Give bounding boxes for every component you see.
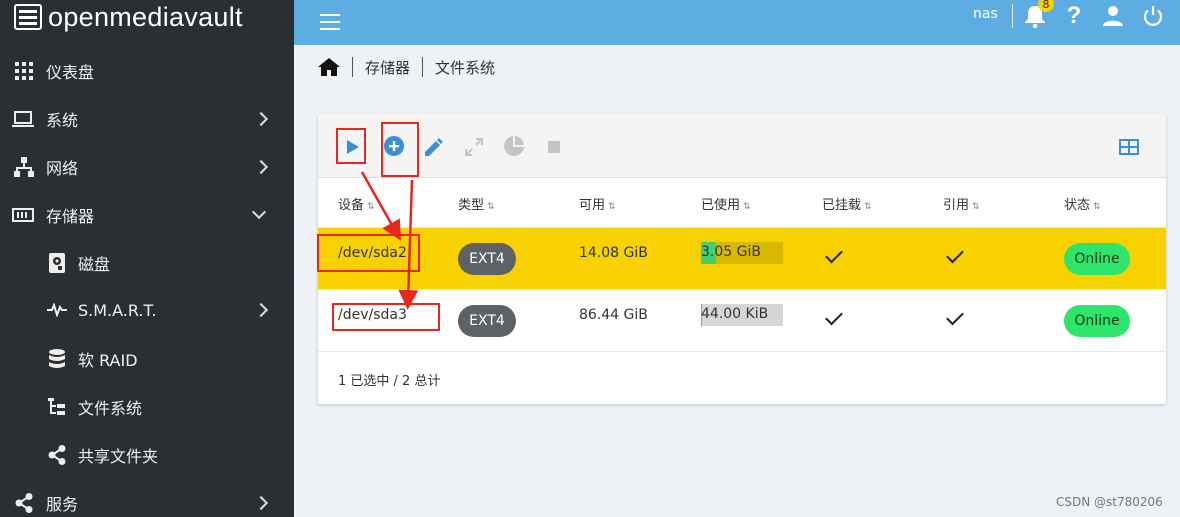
tree-icon	[46, 396, 68, 418]
breadcrumb-filesystems: 文件系统	[435, 58, 496, 77]
type-chip: EXT4	[458, 243, 516, 275]
disk-icon	[46, 252, 68, 274]
table-header: 设备 ⇅ 类型 ⇅ 可用 ⇅ 已使用 ⇅ 已挂载 ⇅ 引用 ⇅ 状态 ⇅	[318, 178, 1166, 228]
column-header-referenced[interactable]: 引用 ⇅	[943, 194, 980, 213]
available-cell: 86.44 GiB	[579, 307, 648, 323]
column-header-device[interactable]: 设备 ⇅	[338, 194, 375, 213]
server-icon	[14, 4, 42, 30]
sidebar-item-label: S.M.A.R.T.	[78, 300, 157, 320]
sidebar-item-filesystems[interactable]: 文件系统	[0, 385, 294, 429]
column-header-available[interactable]: 可用 ⇅	[579, 194, 616, 213]
sidebar-item-network[interactable]: 网络	[0, 145, 294, 189]
laptop-icon	[12, 108, 34, 130]
sidebar-item-label: 存储器	[46, 207, 95, 226]
sidebar-item-system[interactable]: 系统	[0, 97, 294, 141]
referenced-check-icon	[946, 307, 964, 326]
storage-icon	[12, 204, 34, 226]
watermark: CSDN @st780206	[1056, 495, 1163, 509]
annotation-box	[336, 128, 366, 164]
pulse-icon	[46, 299, 68, 321]
breadcrumb-separator	[352, 57, 353, 77]
sidebar-item-label: 共享文件夹	[78, 447, 159, 466]
annotation-box	[317, 234, 420, 272]
notification-badge: 8	[1038, 0, 1054, 12]
table-row[interactable]: /dev/sda3 EXT4 86.44 GiB 44.00 KiB Onlin…	[318, 290, 1166, 352]
filesystems-card: 设备 ⇅ 类型 ⇅ 可用 ⇅ 已使用 ⇅ 已挂载 ⇅ 引用 ⇅ 状态 ⇅ /dev/sda2 …	[318, 114, 1166, 404]
breadcrumb: 存储器 文件系统	[318, 54, 495, 80]
chevron-right-icon	[253, 495, 269, 511]
annotation-box	[332, 303, 440, 331]
sidebar: openmediavault 仪表盘 系统 网络 存储器 磁盘 S.M.A.R.…	[0, 0, 294, 517]
used-progress: 3.05 GiB	[701, 242, 783, 264]
status-badge: Online	[1064, 243, 1130, 275]
table-row[interactable]: /dev/sda2 EXT4 14.08 GiB 3.05 GiB Online	[318, 228, 1166, 290]
network-icon	[13, 156, 35, 178]
sidebar-item-storage[interactable]: 存储器	[0, 193, 294, 237]
share-icon	[13, 492, 35, 514]
referenced-check-icon	[946, 245, 964, 264]
column-header-type[interactable]: 类型 ⇅	[458, 194, 495, 213]
sidebar-item-label: 系统	[46, 111, 79, 130]
selection-summary: 1 已选中 / 2 总计	[338, 374, 441, 389]
chevron-down-icon	[251, 204, 267, 220]
sidebar-item-label: 仪表盘	[46, 63, 95, 82]
breadcrumb-storage[interactable]: 存储器	[365, 57, 410, 78]
sidebar-item-services[interactable]: 服务	[0, 481, 294, 517]
column-toggle-icon[interactable]	[1118, 136, 1140, 158]
available-cell: 14.08 GiB	[579, 245, 648, 261]
toolbar	[318, 114, 1166, 178]
brand-name: openmediavault	[48, 1, 243, 32]
sidebar-item-dashboard[interactable]: 仪表盘	[0, 49, 294, 93]
used-value: 3.05 GiB	[701, 244, 761, 260]
topbar: nas 8 ?	[294, 0, 1180, 45]
sidebar-item-disks[interactable]: 磁盘	[0, 241, 294, 285]
menu-icon[interactable]	[320, 14, 340, 30]
sidebar-item-label: 网络	[46, 159, 79, 178]
type-chip: EXT4	[458, 305, 516, 337]
share-icon	[46, 444, 68, 466]
mounted-check-icon	[825, 245, 843, 264]
sidebar-item-label: 磁盘	[78, 255, 111, 274]
breadcrumb-separator	[422, 57, 424, 77]
sidebar-item-label: 服务	[46, 495, 79, 514]
quota-button[interactable]	[503, 135, 525, 157]
resize-button[interactable]	[463, 136, 485, 158]
grid-icon	[13, 60, 35, 82]
chevron-right-icon	[253, 111, 269, 127]
status-badge: Online	[1064, 305, 1130, 337]
sidebar-item-label: 文件系统	[78, 399, 143, 418]
database-icon	[46, 348, 68, 370]
column-header-mounted[interactable]: 已挂载 ⇅	[822, 194, 872, 213]
mounted-check-icon	[825, 307, 843, 326]
help-icon[interactable]: ?	[1062, 2, 1086, 29]
column-header-used[interactable]: 已使用 ⇅	[701, 194, 751, 213]
power-icon[interactable]	[1142, 5, 1164, 27]
chevron-right-icon	[253, 159, 269, 175]
sidebar-item-label: 软 RAID	[78, 351, 138, 370]
sidebar-item-software-raid[interactable]: 软 RAID	[0, 337, 294, 381]
divider	[1012, 4, 1013, 28]
annotation-box	[381, 122, 419, 177]
sidebar-item-smart[interactable]: S.M.A.R.T.	[0, 288, 294, 332]
user-name: nas	[973, 6, 998, 22]
edit-button[interactable]	[423, 136, 445, 158]
brand[interactable]: openmediavault	[0, 0, 294, 34]
user-icon[interactable]	[1102, 5, 1124, 27]
home-icon[interactable]	[318, 58, 340, 76]
column-header-status[interactable]: 状态 ⇅	[1064, 194, 1101, 213]
used-progress: 44.00 KiB	[701, 304, 783, 326]
chevron-right-icon	[253, 302, 269, 318]
used-value: 44.00 KiB	[701, 306, 769, 322]
sidebar-item-shared-folders[interactable]: 共享文件夹	[0, 433, 294, 477]
unmount-button[interactable]	[543, 136, 565, 158]
